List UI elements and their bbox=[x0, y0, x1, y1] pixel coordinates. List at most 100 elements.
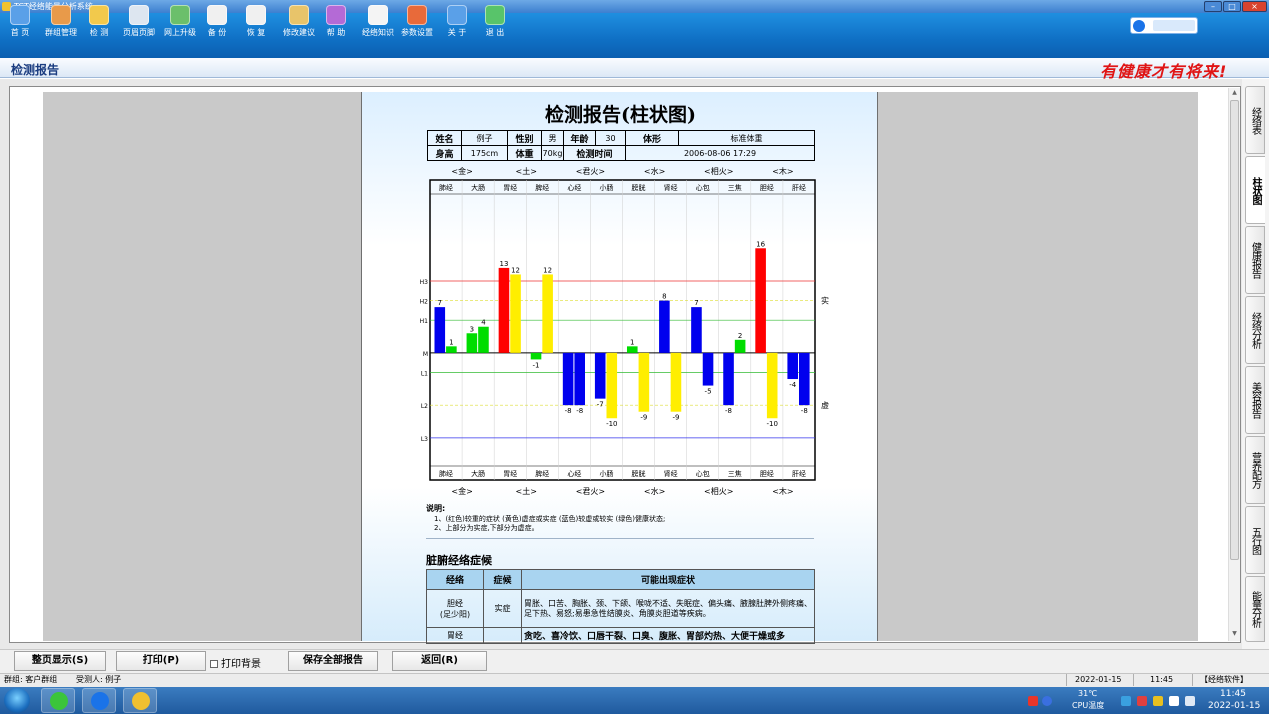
save-all-button[interactable]: 保存全部报告 bbox=[288, 651, 378, 671]
bar-value-label: -4 bbox=[789, 381, 797, 389]
side-tab-0[interactable]: 经络表 bbox=[1245, 86, 1265, 154]
knowledge-icon bbox=[368, 5, 388, 25]
tray-shield-icon[interactable] bbox=[1121, 696, 1131, 706]
network-icon[interactable] bbox=[1169, 696, 1179, 706]
bar-value-label: -1 bbox=[533, 361, 540, 369]
th-symptoms: 可能出现症状 bbox=[521, 569, 815, 590]
bar-value-label: 8 bbox=[662, 293, 666, 301]
fullpage-button[interactable]: 整页显示(S) bbox=[14, 651, 106, 671]
element-group-label: <木> bbox=[772, 486, 793, 496]
age-label: 年龄 bbox=[563, 130, 596, 146]
search-input[interactable] bbox=[1153, 20, 1195, 31]
element-group-label: <相火> bbox=[704, 166, 733, 176]
side-label-top: 实 bbox=[821, 296, 829, 306]
taskbar-app-cloud[interactable] bbox=[82, 688, 116, 713]
back-button[interactable]: 返回(R) bbox=[392, 651, 487, 671]
side-tab-4[interactable]: 美容报告 bbox=[1245, 366, 1265, 434]
bar bbox=[734, 339, 746, 353]
toolbar-button-9[interactable]: 经络知识 bbox=[360, 2, 396, 44]
bar bbox=[498, 267, 510, 353]
bar-value-label: -5 bbox=[705, 388, 712, 396]
print-background-toggle[interactable]: 打印背景 bbox=[210, 655, 261, 670]
category-label-bottom: 胆经 bbox=[760, 469, 774, 478]
cloud-icon bbox=[91, 692, 109, 710]
category-label-top: 肺经 bbox=[439, 183, 453, 192]
header-footer-icon bbox=[129, 5, 149, 25]
toolbar-button-4[interactable]: 网上升级 bbox=[161, 2, 199, 44]
search-box[interactable] bbox=[1130, 17, 1198, 34]
tray-flag-icon[interactable] bbox=[1137, 696, 1147, 706]
toolbar-button-label: 检 测 bbox=[89, 28, 109, 37]
row-meridian: 胃经 bbox=[426, 627, 484, 644]
category-label-top: 肾经 bbox=[664, 183, 678, 192]
taskbar-app-wechat[interactable] bbox=[41, 688, 75, 713]
side-tab-6[interactable]: 五行图 bbox=[1245, 506, 1265, 574]
body-label: 体形 bbox=[625, 130, 679, 146]
toolbar-button-10[interactable]: 参数设置 bbox=[399, 2, 435, 44]
toolbar-button-label: 退 出 bbox=[485, 28, 505, 37]
side-tab-3[interactable]: 经络分析 bbox=[1245, 296, 1265, 364]
toolbar-button-7[interactable]: 修改建议 bbox=[282, 2, 316, 44]
minimize-button[interactable]: – bbox=[1204, 1, 1222, 12]
toolbar-button-label: 关 于 bbox=[447, 28, 467, 37]
tray-help-icon[interactable] bbox=[1042, 696, 1052, 706]
age-value: 30 bbox=[595, 130, 626, 146]
toolbar-button-8[interactable]: 帮 助 bbox=[324, 2, 348, 44]
bar bbox=[574, 352, 585, 406]
toolbar-button-label: 网上升级 bbox=[164, 28, 196, 37]
bar-value-label: -8 bbox=[576, 407, 583, 415]
bar-value-label: -8 bbox=[565, 407, 572, 415]
maximize-button[interactable]: □ bbox=[1223, 1, 1241, 12]
toolbar-button-0[interactable]: 首 页 bbox=[8, 2, 32, 44]
side-tab-1[interactable]: 柱状图 bbox=[1245, 156, 1265, 224]
name-label: 姓名 bbox=[427, 130, 462, 146]
side-tab-7[interactable]: 能量分析 bbox=[1245, 576, 1265, 642]
reference-label: M bbox=[423, 351, 428, 358]
tray-sogou-icon[interactable] bbox=[1028, 696, 1038, 706]
bar-value-label: -10 bbox=[766, 420, 777, 428]
category-label-top: 心经 bbox=[567, 183, 581, 192]
volume-icon[interactable] bbox=[1185, 696, 1195, 706]
toolbar-button-11[interactable]: 关 于 bbox=[442, 2, 472, 44]
row-meridian: 胆经 (足少阳) bbox=[426, 589, 484, 628]
bar bbox=[670, 352, 682, 412]
scroll-up-icon[interactable]: ▲ bbox=[1230, 89, 1239, 99]
side-tab-2[interactable]: 健康报告 bbox=[1245, 226, 1265, 294]
hand-icon bbox=[89, 5, 109, 25]
toolbar-button-1[interactable]: 群组管理 bbox=[42, 2, 80, 44]
print-background-checkbox[interactable] bbox=[210, 660, 218, 668]
bar bbox=[562, 352, 574, 406]
toolbar-button-12[interactable]: 退 出 bbox=[482, 2, 508, 44]
bar-value-label: 1 bbox=[449, 338, 453, 346]
toolbar-button-3[interactable]: 页眉页脚 bbox=[121, 2, 157, 44]
close-button[interactable]: × bbox=[1242, 1, 1267, 12]
exit-icon bbox=[485, 5, 505, 25]
toolbar-button-6[interactable]: 恢 复 bbox=[244, 2, 268, 44]
toolbar-button-5[interactable]: 备 份 bbox=[205, 2, 229, 44]
bar bbox=[702, 352, 714, 386]
yin-yang-icon bbox=[132, 692, 150, 710]
about-icon bbox=[447, 5, 467, 25]
gender-label: 性别 bbox=[507, 130, 542, 146]
meridian-bar-chart: <金> <金> <土> <土> <君火> <君火> <水> <水> <相火> <相火> <木> <木>… bbox=[420, 166, 829, 496]
print-button[interactable]: 打印(P) bbox=[116, 651, 206, 671]
bar-value-label: -8 bbox=[725, 407, 732, 415]
taskbar-app-tct[interactable] bbox=[123, 688, 157, 713]
toolbar-button-2[interactable]: 检 测 bbox=[84, 2, 114, 44]
toolbar-button-label: 群组管理 bbox=[45, 28, 77, 37]
divider bbox=[426, 538, 814, 539]
scrollbar-thumb[interactable] bbox=[1230, 100, 1239, 560]
toolbar-button-label: 修改建议 bbox=[283, 28, 315, 37]
height-label: 身高 bbox=[427, 145, 462, 161]
side-tab-5[interactable]: 营养配方 bbox=[1245, 436, 1265, 504]
start-button[interactable] bbox=[4, 688, 30, 713]
tray-app-icon[interactable] bbox=[1153, 696, 1163, 706]
th-type: 症候 bbox=[483, 569, 522, 590]
restore-icon bbox=[246, 5, 266, 25]
toolbar-button-label: 参数设置 bbox=[401, 28, 433, 37]
scroll-down-icon[interactable]: ▼ bbox=[1230, 630, 1239, 640]
bar-value-label: 7 bbox=[438, 299, 442, 307]
category-label-top: 脾经 bbox=[535, 183, 549, 192]
reference-label: H2 bbox=[420, 299, 429, 306]
bar bbox=[659, 300, 670, 353]
